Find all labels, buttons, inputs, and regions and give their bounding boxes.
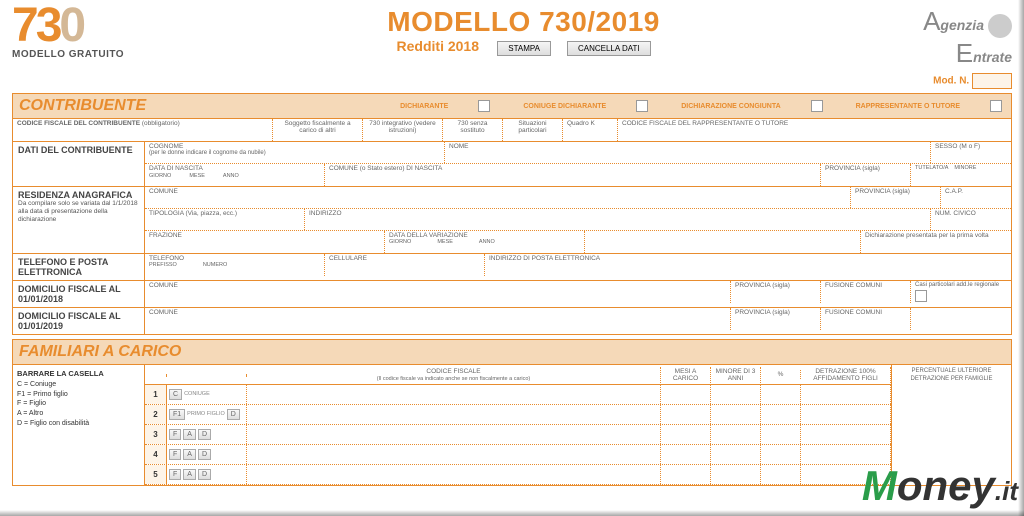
label-fusione19: FUSIONE COMUNI	[821, 308, 911, 330]
form-title: MODELLO 730/2019	[144, 6, 903, 38]
logo-730: 730 MODELLO GRATUITO	[12, 6, 124, 60]
clear-button[interactable]: CANCELLA DATI	[567, 41, 651, 56]
btn-f3[interactable]: F	[169, 429, 181, 440]
hdr-percent: %	[761, 370, 801, 379]
label-nome: NOME	[445, 142, 931, 163]
chk-coniuge: CONIUGE DICHIARANTE	[523, 103, 606, 110]
label-comune-dom19: COMUNE	[145, 308, 731, 330]
label-fusione18: FUSIONE COMUNI	[821, 281, 911, 303]
label-quadrok: Quadro K	[563, 119, 618, 141]
label-cf-contrib: CODICE FISCALE DEL CONTRIBUENTE	[17, 120, 140, 127]
label-cf-rappr: CODICE FISCALE DEL RAPPRESENTANTE O TUTO…	[618, 119, 1011, 141]
emblem-icon	[988, 14, 1012, 38]
btn-f1[interactable]: F1	[169, 409, 185, 420]
mod-n-input[interactable]	[972, 73, 1012, 89]
side-dom2019: DOMICILIO FISCALE AL 01/01/2019	[18, 311, 139, 331]
label-tipologia: TIPOLOGIA (Via, piazza, ecc.)	[145, 209, 305, 230]
btn-a5[interactable]: A	[183, 469, 196, 480]
btn-f5[interactable]: F	[169, 469, 181, 480]
familiari-legend: BARRARE LA CASELLA C = Coniuge F1 = Prim…	[13, 365, 145, 485]
side-telefono: TELEFONO E POSTA ELETTRONICA	[18, 257, 139, 277]
hdr-minore: MINORE DI 3 ANNI	[711, 367, 761, 383]
label-prov-dom19: PROVINCIA (sigla)	[731, 308, 821, 330]
side-dom2018: DOMICILIO FISCALE AL 01/01/2018	[18, 284, 139, 304]
btn-c[interactable]: C	[169, 389, 182, 400]
section-familiari: FAMILIARI A CARICO	[19, 343, 181, 360]
label-comune-res: COMUNE	[145, 187, 851, 208]
side-dati-contrib: DATI DEL CONTRIBUENTE	[18, 145, 139, 155]
label-comune-nascita: COMUNE (o Stato estero) DI NASCITA	[325, 164, 821, 186]
mod-n-label: Mod. N.	[933, 76, 969, 87]
hdr-detrazione: DETRAZIONE 100% AFFIDAMENTO FIGLI	[801, 367, 891, 383]
label-data-var: DATA DELLA VARIAZIONE	[389, 232, 580, 239]
chk-dichiarante: DICHIARANTE	[400, 103, 448, 110]
form-subtitle: Redditi 2018	[397, 38, 479, 54]
label-situazioni: Situazioni particolari	[503, 119, 563, 141]
hdr-mesi: MESI A CARICO	[661, 367, 711, 383]
hdr-cf: CODICE FISCALE	[426, 368, 480, 375]
label-email: INDIRIZZO DI POSTA ELETTRONICA	[485, 254, 1011, 276]
label-telefono: TELEFONO	[149, 255, 320, 262]
checkbox-congiunta[interactable]	[811, 100, 823, 112]
checkbox-rappresentante[interactable]	[990, 100, 1002, 112]
section-contribuente: CONTRIBUENTE	[19, 97, 146, 115]
print-button[interactable]: STAMPA	[497, 41, 551, 56]
btn-a3[interactable]: A	[183, 429, 196, 440]
checkbox-coniuge[interactable]	[636, 100, 648, 112]
label-prov-res: PROVINCIA (sigla)	[851, 187, 941, 208]
btn-f4[interactable]: F	[169, 449, 181, 460]
chk-rappresentante: RAPPRESENTANTE O TUTORE	[856, 103, 960, 110]
btn-a4[interactable]: A	[183, 449, 196, 460]
label-sesso: SESSO (M o F)	[931, 142, 1011, 163]
fam-row-4: 4 FAD	[145, 445, 891, 465]
label-comune-dom18: COMUNE	[145, 281, 731, 303]
btn-d5[interactable]: D	[198, 469, 211, 480]
watermark-money: Money.it	[862, 462, 1018, 510]
label-730integ: 730 integrativo (vedere istruzioni)	[363, 119, 443, 141]
side-residenza: RESIDENZA ANAGRAFICA	[18, 190, 139, 200]
label-cap: C.A.P.	[941, 187, 1011, 208]
fam-row-5: 5 FAD	[145, 465, 891, 485]
fam-row-2: 2 F1PRIMO FIGLIOD	[145, 405, 891, 425]
label-prov-dom18: PROVINCIA (sigla)	[731, 281, 821, 303]
btn-d3[interactable]: D	[198, 429, 211, 440]
label-casi: Casi particolari add.le regionale	[915, 282, 1007, 288]
label-730senza: 730 senza sostituto	[443, 119, 503, 141]
label-prov: PROVINCIA (sigla)	[821, 164, 911, 186]
logo-subtitle: MODELLO GRATUITO	[12, 49, 124, 60]
label-soggetto: Soggetto fiscalmente a carico di altri	[273, 119, 363, 141]
label-cognome: COGNOME	[149, 143, 440, 150]
label-frazione: FRAZIONE	[145, 231, 385, 253]
label-cellulare: CELLULARE	[325, 254, 485, 276]
btn-d2[interactable]: D	[227, 409, 240, 420]
label-data-nascita: DATA DI NASCITA	[149, 165, 320, 172]
chk-congiunta: DICHIARAZIONE CONGIUNTA	[681, 103, 780, 110]
checkbox-dichiarante[interactable]	[478, 100, 490, 112]
label-numcivico: NUM. CIVICO	[931, 209, 1011, 230]
agenzia-logo: Agenzia Entrate	[923, 6, 1012, 69]
fam-row-1: 1 CCONIUGE	[145, 385, 891, 405]
checkbox-casi[interactable]	[915, 290, 927, 302]
label-indirizzo: INDIRIZZO	[305, 209, 931, 230]
label-dich-prima: Dichiarazione presentata per la prima vo…	[861, 231, 1011, 253]
btn-d4[interactable]: D	[198, 449, 211, 460]
fam-row-3: 3 FAD	[145, 425, 891, 445]
